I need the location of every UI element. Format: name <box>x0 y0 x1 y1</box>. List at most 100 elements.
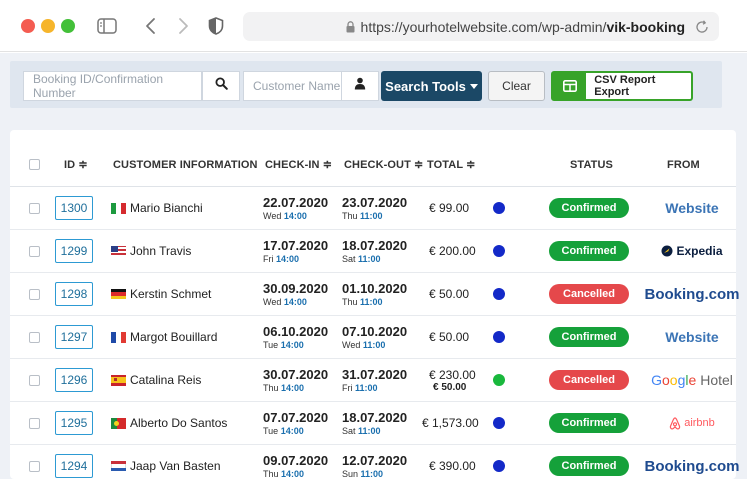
total-cell: € 390.00 <box>429 445 476 479</box>
header-total[interactable]: TOTAL ≑ <box>427 143 475 186</box>
checkin-cell: 09.07.2020 Thu 14:00 <box>263 445 328 479</box>
header-id[interactable]: ID ≑ <box>64 143 88 186</box>
booking-id-link[interactable]: 1295 <box>55 411 93 435</box>
from-website: Website <box>665 200 719 216</box>
checkin-day: Wed <box>263 296 282 307</box>
shield-icon[interactable] <box>205 15 227 37</box>
row-checkbox[interactable] <box>29 359 40 401</box>
customer-cell[interactable]: Mario Bianchi <box>111 187 203 229</box>
select-all-checkbox[interactable] <box>29 143 40 186</box>
header-checkin[interactable]: CHECK-IN ≑ <box>265 143 332 186</box>
booking-id-input[interactable]: Booking ID/Confirmation Number <box>23 71 202 101</box>
customer-name: Jaap Van Basten <box>130 459 221 473</box>
status-badge[interactable]: Confirmed <box>549 241 629 261</box>
booking-search-button[interactable] <box>202 71 240 101</box>
total-amount: € 200.00 <box>429 244 476 258</box>
total-cell: € 99.00 <box>429 187 469 229</box>
forward-arrow-icon[interactable] <box>172 15 194 37</box>
flag-icon-us <box>111 245 126 257</box>
total-amount: € 1,573.00 <box>422 416 479 430</box>
status-dot-cell <box>493 359 505 401</box>
table-row[interactable]: 1300 Mario Bianchi 22.07.2020 Wed 14:00 23.0… <box>10 187 736 230</box>
table-icon <box>553 73 587 99</box>
checkin-day: Wed <box>263 210 282 221</box>
maximize-window-button[interactable] <box>61 19 75 33</box>
checkout-date: 18.07.2020 <box>342 409 408 425</box>
checkin-time: 14:00 <box>283 296 307 307</box>
booking-id-link[interactable]: 1299 <box>55 239 93 263</box>
status-badge[interactable]: Confirmed <box>549 413 629 433</box>
status-badge[interactable]: Confirmed <box>549 327 629 347</box>
customer-cell[interactable]: John Travis <box>111 230 191 272</box>
sidebar-toggle-icon[interactable] <box>96 15 118 37</box>
checkin-day: Fri <box>263 253 274 264</box>
checkin-day: Tue <box>263 339 279 350</box>
reload-icon[interactable] <box>693 18 711 36</box>
checkin-time: 14:00 <box>280 425 304 436</box>
checkout-cell: 01.10.2020 Thu 11:00 <box>342 273 407 315</box>
table-row[interactable]: 1298 Kerstin Schmet 30.09.2020 Wed 14:00 01.… <box>10 273 740 316</box>
table-row[interactable]: 1295 Alberto Do Santos 07.07.2020 Tue 14:00… <box>10 402 736 445</box>
close-window-button[interactable] <box>21 19 35 33</box>
browser-chrome: https://yourhotelwebsite.com/wp-admin/vi… <box>0 0 747 52</box>
caret-down-icon <box>469 83 478 89</box>
booking-id-link[interactable]: 1296 <box>55 368 93 392</box>
status-dot <box>493 245 505 257</box>
row-checkbox[interactable] <box>29 187 40 229</box>
customer-cell[interactable]: Jaap Van Basten <box>111 445 221 479</box>
status-dot-cell <box>493 402 505 444</box>
checkin-time: 14:00 <box>283 210 307 221</box>
bookings-table: ID ≑ CUSTOMER INFORMATION CHECK-IN ≑ CHE… <box>10 130 740 479</box>
customer-cell[interactable]: Kerstin Schmet <box>111 273 211 315</box>
from-booking: Booking.com <box>644 457 740 475</box>
table-row[interactable]: 1299 John Travis 17.07.2020 Fri 14:00 18.07.… <box>10 230 736 273</box>
clear-button[interactable]: Clear <box>488 71 545 101</box>
csv-export-button[interactable]: CSV Report Export <box>551 71 693 101</box>
total-cell: € 200.00 <box>429 230 476 272</box>
booking-id-link[interactable]: 1298 <box>55 282 93 306</box>
address-bar[interactable]: https://yourhotelwebsite.com/wp-admin/vi… <box>243 12 719 41</box>
table-row[interactable]: 1296 Catalina Reis 30.07.2020 Thu 14:00 31.0… <box>10 359 736 402</box>
from-cell: airbnb <box>632 402 747 444</box>
row-checkbox[interactable] <box>29 316 40 358</box>
table-row[interactable]: 1294 Jaap Van Basten 09.07.2020 Thu 14:00 12… <box>10 445 740 479</box>
customer-search-button[interactable] <box>341 71 379 101</box>
table-row[interactable]: 1297 Margot Bouillard 06.10.2020 Tue 14:00 0… <box>10 316 736 359</box>
search-tools-label: Search Tools <box>385 78 466 94</box>
total-cell: € 50.00 <box>429 316 469 358</box>
total-cell: € 50.00 <box>429 273 469 315</box>
checkout-date: 23.07.2020 <box>342 194 408 210</box>
minimize-window-button[interactable] <box>41 19 55 33</box>
row-checkbox[interactable] <box>29 445 40 479</box>
from-cell: Google Hotel <box>632 359 747 401</box>
status-badge[interactable]: Confirmed <box>549 198 629 218</box>
checkout-day: Sat <box>342 253 356 264</box>
search-tools-button[interactable]: Search Tools <box>381 71 482 101</box>
customer-cell[interactable]: Margot Bouillard <box>111 316 217 358</box>
header-checkout[interactable]: CHECK-OUT ≑ <box>344 143 423 186</box>
customer-cell[interactable]: Alberto Do Santos <box>111 402 227 444</box>
row-checkbox[interactable] <box>29 402 40 444</box>
checkin-date: 30.07.2020 <box>263 366 329 382</box>
customer-name-input[interactable]: Customer Name <box>243 71 342 101</box>
booking-id-link[interactable]: 1297 <box>55 325 93 349</box>
status-badge[interactable]: Cancelled <box>549 284 629 304</box>
checkout-time: 11:00 <box>360 210 383 221</box>
status-dot <box>493 288 505 300</box>
status-badge[interactable]: Confirmed <box>549 456 629 476</box>
booking-id-link[interactable]: 1294 <box>55 454 93 478</box>
status-badge[interactable]: Cancelled <box>549 370 629 390</box>
status-dot-cell <box>493 230 505 272</box>
checkout-cell: 12.07.2020 Sun 11:00 <box>342 445 407 479</box>
row-checkbox[interactable] <box>29 230 40 272</box>
customer-cell[interactable]: Catalina Reis <box>111 359 201 401</box>
checkout-time: 11:00 <box>362 339 386 350</box>
back-arrow-icon[interactable] <box>140 15 162 37</box>
booking-id-link[interactable]: 1300 <box>55 196 93 220</box>
customer-name-placeholder: Customer Name <box>253 79 341 93</box>
from-cell: Expedia <box>632 230 747 272</box>
checkout-day: Fri <box>342 382 353 393</box>
row-checkbox[interactable] <box>29 273 40 315</box>
checkout-time: 11:00 <box>360 468 384 479</box>
header-from: FROM <box>667 158 700 171</box>
